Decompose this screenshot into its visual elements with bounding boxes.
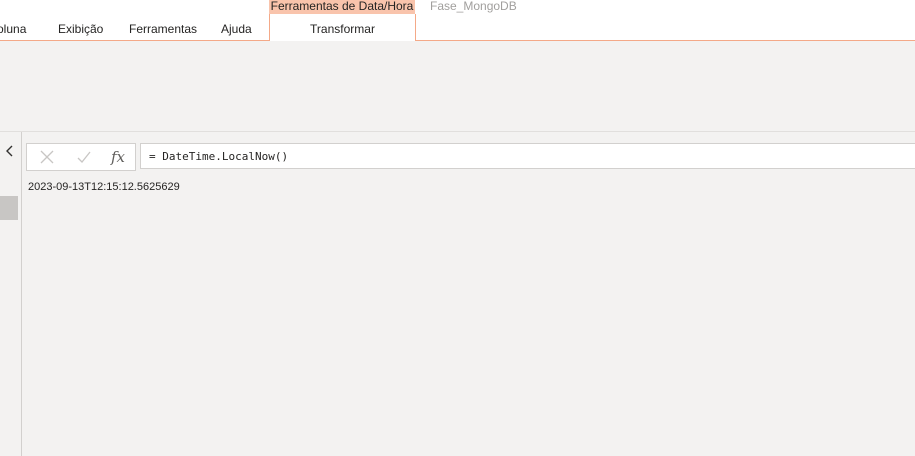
- chevron-left-icon[interactable]: [2, 143, 16, 159]
- ribbon-body: [0, 41, 915, 131]
- tab-transformar[interactable]: Transformar: [269, 14, 416, 40]
- tab-coluna[interactable]: oluna: [0, 22, 26, 36]
- formula-input[interactable]: = DateTime.LocalNow(): [140, 143, 915, 169]
- formula-text: = DateTime.LocalNow(): [149, 150, 289, 163]
- fx-icon[interactable]: fx: [107, 147, 129, 167]
- fx-label: fx: [110, 148, 125, 166]
- ribbon-tab-strip: oluna Exibição Ferramentas Ajuda Ferrame…: [0, 0, 915, 40]
- queries-pane-collapsed: [0, 132, 22, 456]
- tab-ferramentas[interactable]: Ferramentas: [129, 22, 197, 36]
- contextual-tab-group-label: Ferramentas de Data/Hora: [269, 0, 415, 14]
- check-icon[interactable]: [73, 147, 95, 167]
- document-title: Fase_MongoDB: [430, 0, 517, 13]
- power-query-editor: oluna Exibição Ferramentas Ajuda Ferrame…: [0, 0, 915, 456]
- close-icon[interactable]: [36, 147, 58, 167]
- formula-bar-buttons: fx: [26, 143, 136, 171]
- result-value: 2023-09-13T12:15:12.5625629: [28, 181, 180, 193]
- tab-ajuda[interactable]: Ajuda: [221, 22, 252, 36]
- tab-exibicao[interactable]: Exibição: [58, 22, 103, 36]
- ribbon-divider: [0, 131, 915, 132]
- selected-query-marker[interactable]: [0, 196, 18, 220]
